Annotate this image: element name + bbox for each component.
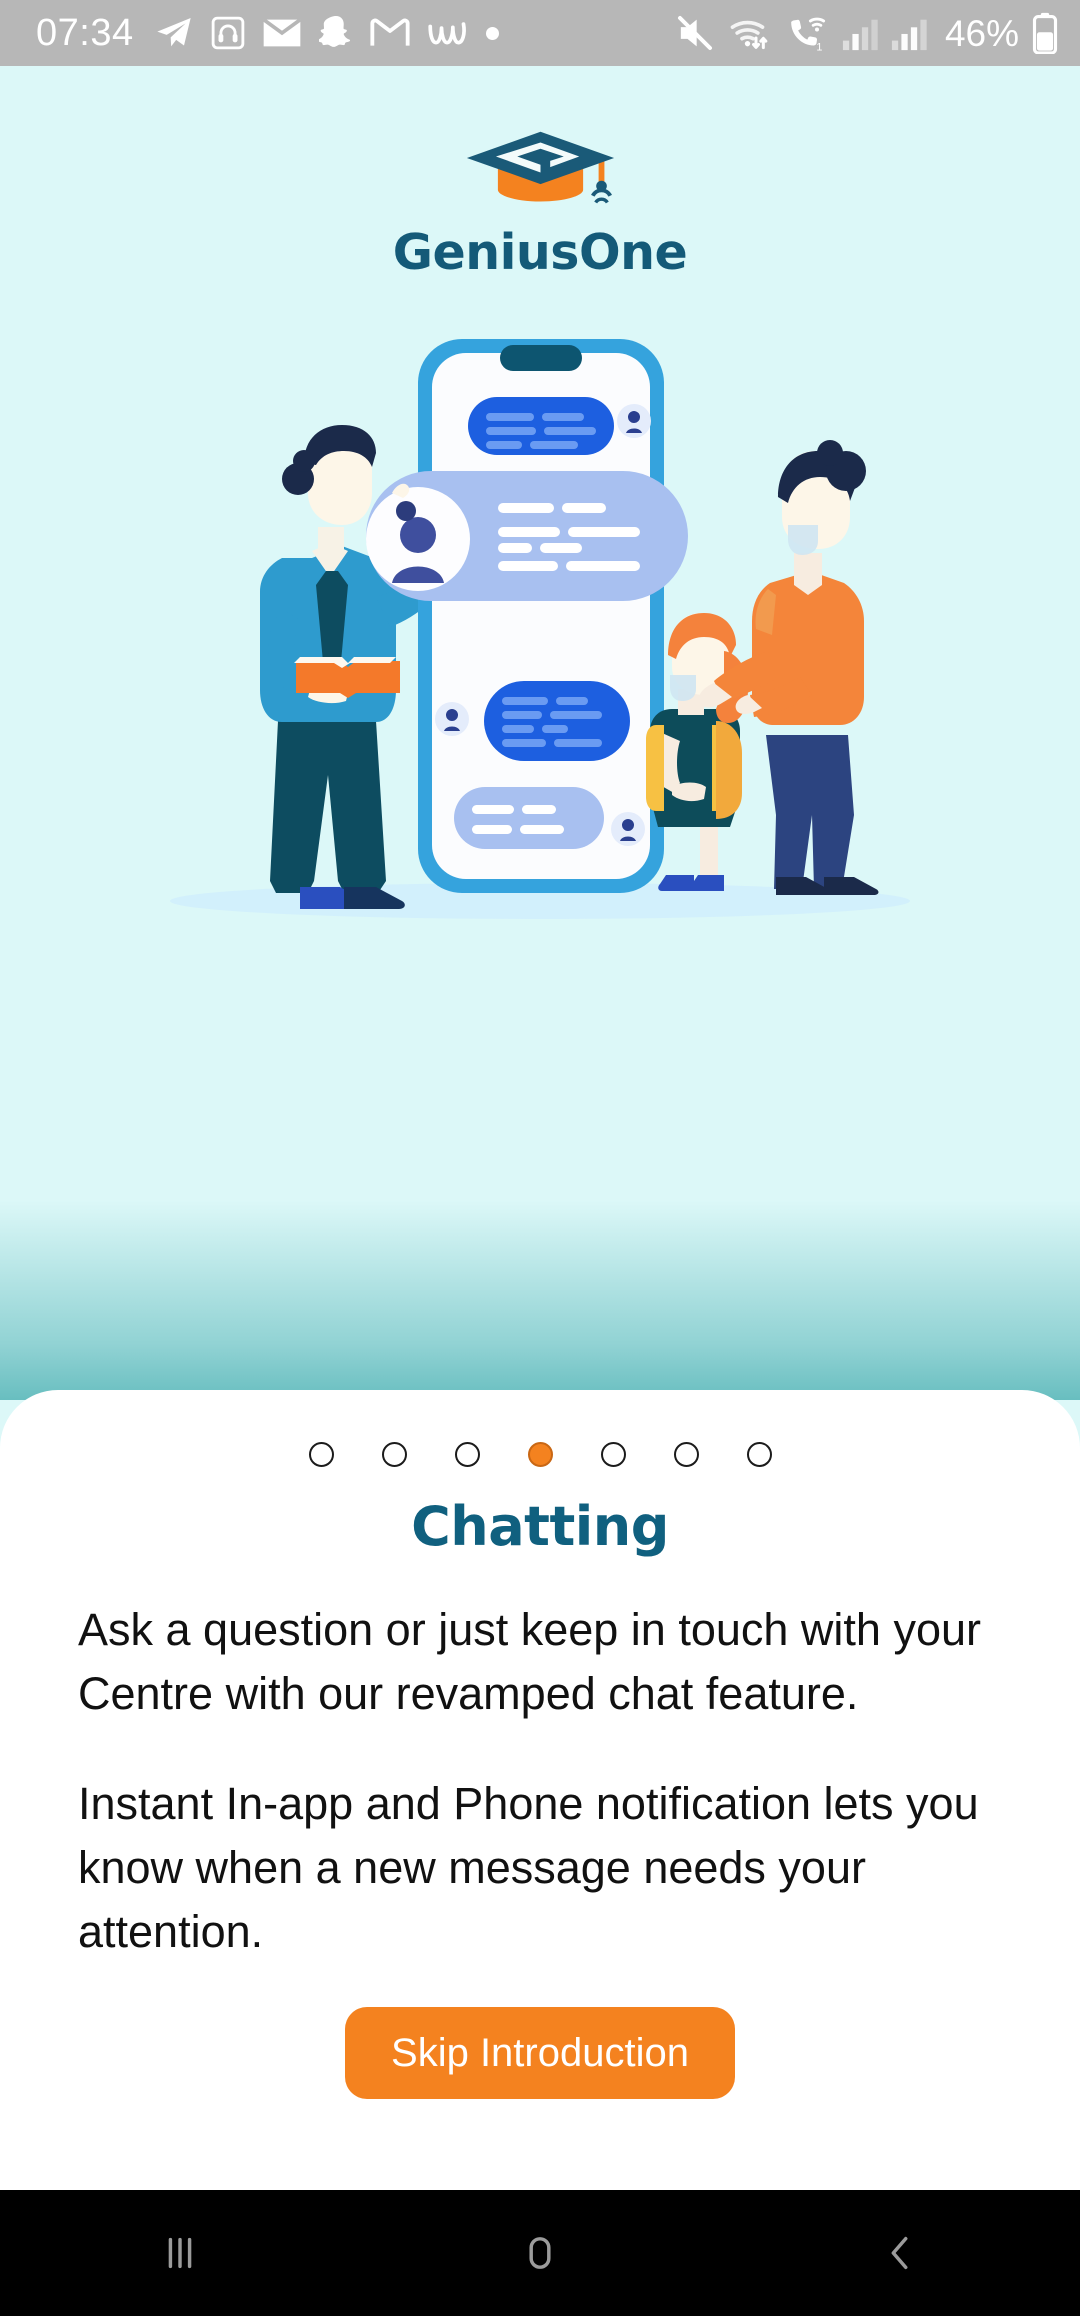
recent-apps-button[interactable] xyxy=(80,2190,280,2316)
signal-sim1-icon xyxy=(842,19,878,51)
home-icon xyxy=(529,2237,551,2269)
brand-name: GeniusOne xyxy=(392,224,688,281)
pagination-dots[interactable] xyxy=(0,1390,1080,1467)
pagination-dot-5[interactable] xyxy=(600,1442,626,1467)
chatting-illustration xyxy=(0,321,1080,961)
wattpad-icon xyxy=(427,22,466,45)
svg-text:1: 1 xyxy=(816,41,822,53)
pagination-dot-6[interactable] xyxy=(673,1442,699,1467)
email-icon xyxy=(262,18,302,47)
skip-introduction-button[interactable]: Skip Introduction xyxy=(345,2007,735,2100)
more-notifications-dot-icon xyxy=(485,26,499,40)
onboarding-screen: GeniusOne Chatting Ask a question or jus… xyxy=(0,66,1080,2190)
graduation-cap-logo-icon xyxy=(466,131,614,204)
signal-sim2-icon xyxy=(891,19,927,51)
description-paragraph-1: Ask a question or just keep in touch wit… xyxy=(78,1604,981,1719)
recent-apps-icon xyxy=(168,2237,192,2269)
page-title: Chatting xyxy=(411,1495,669,1558)
status-bar: 07:34 1 46% xyxy=(0,0,1080,66)
telegram-icon xyxy=(156,18,191,47)
battery-icon xyxy=(1032,12,1058,54)
onboarding-description: Ask a question or just keep in touch wit… xyxy=(78,1598,1002,1963)
mute-icon xyxy=(677,16,712,50)
snapchat-icon xyxy=(318,16,350,47)
pagination-dot-4-active[interactable] xyxy=(527,1442,553,1467)
home-button[interactable] xyxy=(440,2190,640,2316)
onboarding-card: Chatting Ask a question or just keep in … xyxy=(0,1390,1080,2190)
pagination-dot-2[interactable] xyxy=(381,1442,407,1467)
android-navigation-bar xyxy=(0,2190,1080,2316)
battery-percent-label: 46% xyxy=(944,12,1019,54)
pagination-dot-1[interactable] xyxy=(308,1442,334,1467)
skip-button-row: Skip Introduction xyxy=(0,2007,1080,2100)
headphones-app-icon xyxy=(211,16,244,50)
pagination-dot-7[interactable] xyxy=(746,1442,772,1467)
status-bar-clock: 07:34 xyxy=(36,12,134,54)
gmail-icon xyxy=(370,18,410,46)
pagination-dot-3[interactable] xyxy=(454,1442,480,1467)
wifi-data-transfer-icon xyxy=(730,20,768,50)
phone-mockup xyxy=(366,339,688,893)
status-bar-notification-icons xyxy=(154,13,499,53)
back-button[interactable] xyxy=(800,2190,1000,2316)
back-chevron-icon xyxy=(891,2236,908,2270)
description-paragraph-2: Instant In-app and Phone notification le… xyxy=(78,1777,979,1957)
status-bar-system-icons: 1 46% xyxy=(674,12,1058,54)
card-glow-shadow xyxy=(0,1200,1080,1400)
wifi-calling-icon: 1 xyxy=(791,17,826,53)
app-logo: GeniusOne xyxy=(0,126,1080,281)
